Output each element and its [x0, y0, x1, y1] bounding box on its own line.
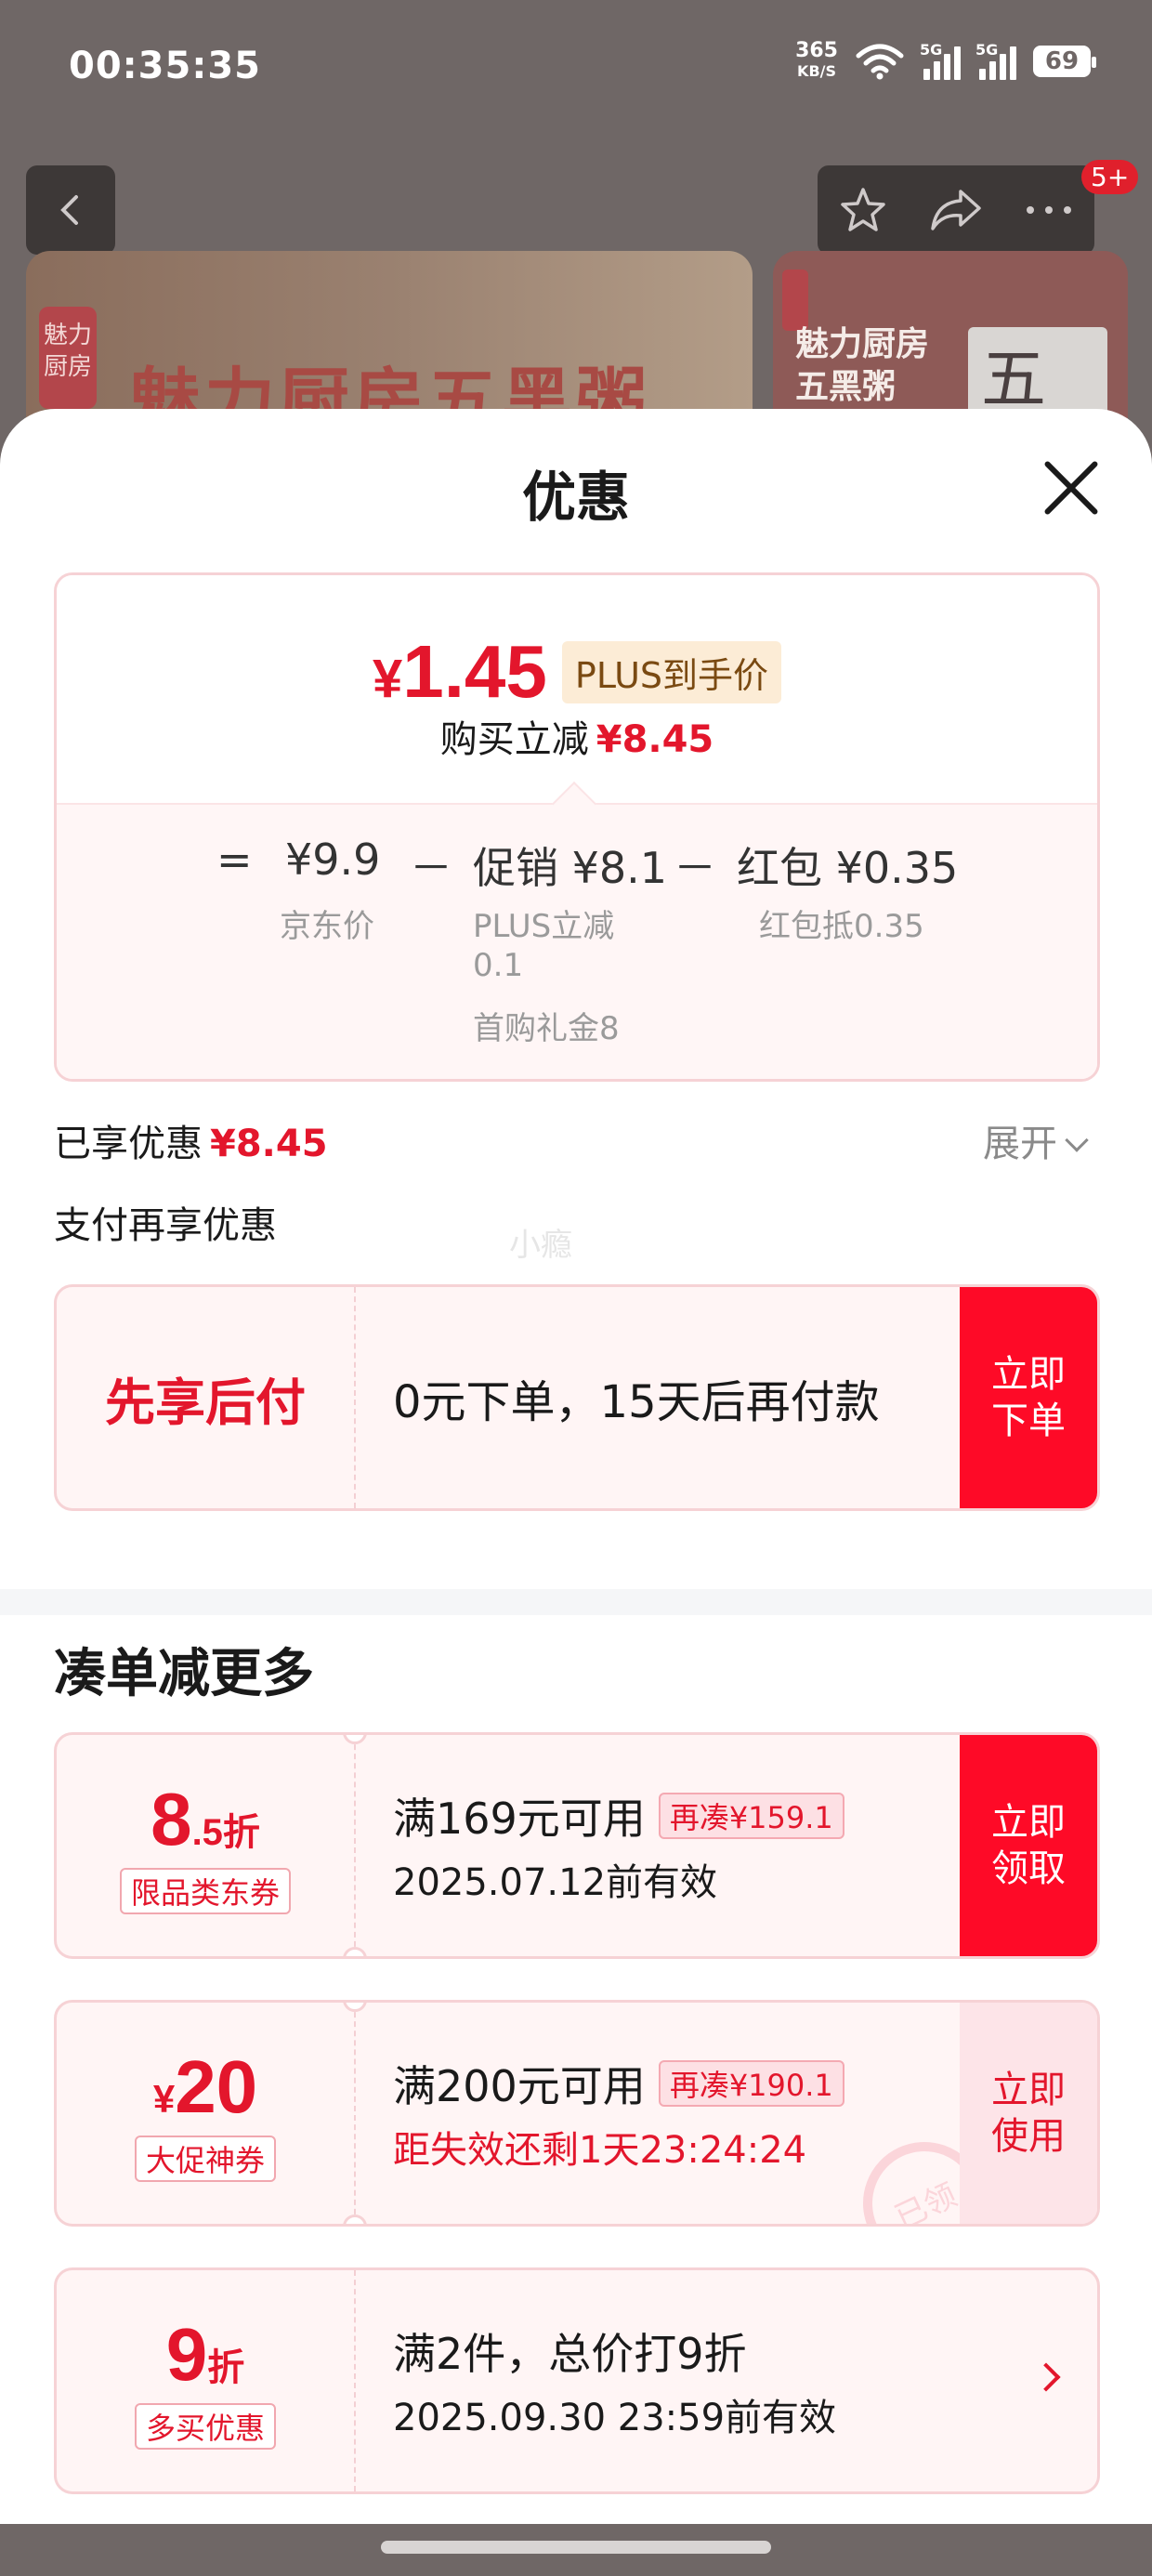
- use-coupon-button[interactable]: 立即 使用: [960, 2003, 1097, 2224]
- minus-sign: －: [674, 843, 716, 893]
- coupon-remaining-chip: 再凑¥159.1: [658, 1793, 844, 1839]
- bnpl-card: 先享后付 0元下单，15天后再付款 立即 下单: [54, 1284, 1100, 1511]
- price-formula: = ¥9.9 京东价 － 促销 ¥8.1 PLUS立减 0.1 首购礼金8 － 红…: [57, 781, 1097, 1079]
- promo-detail-gift: 首购礼金8: [473, 1010, 620, 1047]
- coupon-info: 满2件，总价打9折 2025.09.30 23:59前有效: [393, 2270, 836, 2491]
- status-time: 00:35:35: [69, 45, 261, 87]
- coupon-expiry: 2025.09.30 23:59前有效: [393, 2397, 837, 2439]
- price-breakdown-card: ¥1.45 PLUS到手价 购买立减 ¥8.45 = ¥9.9 京东价 － 促销 …: [54, 572, 1100, 1082]
- more-icon[interactable]: [1023, 201, 1075, 219]
- promo-detail-plus: PLUS立减 0.1: [473, 908, 615, 984]
- chevron-right-icon[interactable]: [1031, 2362, 1061, 2392]
- promo-value: 促销 ¥8.1: [473, 843, 668, 893]
- coupon-type-tag: 多买优惠: [134, 2403, 276, 2450]
- enjoyed-discount: 已享优惠 ¥8.45: [54, 1123, 328, 1165]
- product-image-title: 魅力厨房五黑粥: [130, 360, 650, 418]
- redpacket-detail: 红包抵0.35: [759, 908, 924, 945]
- coupon-value: 9折 多买优惠: [57, 2270, 354, 2491]
- coupon-value: 8.5折 限品类东券: [57, 1735, 354, 1956]
- final-price: ¥1.45: [372, 630, 547, 713]
- bnpl-title: 先享后付: [105, 1373, 306, 1432]
- coupon-type-tag: 大促神券: [134, 2136, 276, 2182]
- discount-sheet: 优惠 ¥1.45 PLUS到手价 购买立减 ¥8.45 = ¥9.9 京东价 － …: [0, 409, 1152, 2576]
- watermark: 小瘾: [509, 1227, 572, 1264]
- claim-coupon-button[interactable]: 立即 领取: [960, 1735, 1097, 1956]
- share-icon[interactable]: [927, 184, 985, 236]
- expand-button[interactable]: 展开: [983, 1113, 1089, 1167]
- bnpl-info: 0元下单，15天后再付款: [393, 1287, 880, 1508]
- chevron-left-icon: [60, 195, 78, 225]
- jd-price-label: 京东价: [280, 908, 374, 945]
- coupon-condition: 满2件，总价打9折: [393, 2329, 747, 2379]
- coupon-info: 满169元可用 再凑¥159.1 2025.07.12前有效: [393, 1735, 844, 1956]
- bnpl-left: 先享后付: [57, 1287, 354, 1508]
- coupon-remaining-chip: 再凑¥190.1: [658, 2060, 844, 2107]
- coupon-countdown: 距失效还剩1天23:24:24: [393, 2129, 807, 2172]
- status-icons: 365 KB/S 5G 5G 69: [795, 39, 1096, 82]
- coupon-expiry: 2025.07.12前有效: [393, 1861, 718, 1904]
- final-price-section: ¥1.45 PLUS到手价 购买立减 ¥8.45: [57, 575, 1097, 803]
- jd-price: ¥9.9: [285, 835, 381, 885]
- battery-icon: 69: [1033, 46, 1096, 77]
- section-divider: [0, 1589, 1152, 1615]
- coupon-info: 满200元可用 再凑¥190.1 距失效还剩1天23:24:24: [393, 2003, 844, 2224]
- close-icon[interactable]: [1041, 457, 1102, 519]
- section-title-more-discount: 凑单减更多: [54, 1644, 314, 1704]
- signal-icon-1: 5G: [920, 41, 961, 80]
- status-bar: 00:35:35 365 KB/S 5G 5G 69: [0, 0, 1152, 139]
- top-actions: [818, 165, 1094, 255]
- back-button[interactable]: [26, 165, 115, 255]
- equals-sign: =: [216, 835, 253, 885]
- coupon-value: ¥20 大促神券: [57, 2003, 354, 2224]
- wifi-icon: [856, 44, 904, 80]
- buy-reduce-line: 购买立减 ¥8.45: [439, 718, 714, 761]
- product-image-secondary[interactable]: 魅力厨房 五黑粥 五: [773, 251, 1128, 418]
- bnpl-description: 0元下单，15天后再付款: [393, 1376, 880, 1428]
- product-image-text: 魅力厨房 五黑粥: [795, 325, 930, 406]
- plus-price-tag: PLUS到手价: [561, 640, 782, 703]
- coupon-card: 8.5折 限品类东券 满169元可用 再凑¥159.1 2025.07.12前有效…: [54, 1732, 1100, 1959]
- coupon-type-tag: 限品类东券: [119, 1868, 291, 1914]
- coupon-condition: 满200元可用: [393, 2061, 646, 2111]
- brand-logo: 魅力厨房: [39, 307, 97, 409]
- coupon-card: ¥20 大促神券 满200元可用 再凑¥190.1 距失效还剩1天23:24:24…: [54, 2000, 1100, 2227]
- chevron-down-icon: [1065, 1128, 1089, 1152]
- net-speed: 365 KB/S: [795, 39, 838, 81]
- coupon-condition: 满169元可用: [393, 1794, 646, 1844]
- star-icon[interactable]: [837, 184, 889, 236]
- product-box-image: 五: [968, 327, 1107, 418]
- sheet-title: 优惠: [521, 466, 630, 529]
- order-now-button[interactable]: 立即 下单: [960, 1287, 1097, 1508]
- brand-logo-small: [782, 269, 808, 331]
- signal-icon-2: 5G: [975, 41, 1016, 80]
- redpacket-value: 红包 ¥0.35: [737, 843, 959, 893]
- notification-badge: 5+: [1081, 160, 1139, 194]
- product-image-main[interactable]: 魅力厨房 魅力厨房五黑粥: [26, 251, 753, 418]
- minus-sign: －: [410, 843, 452, 893]
- pay-more-label: 支付再享优惠: [54, 1204, 277, 1247]
- home-indicator[interactable]: [381, 2541, 771, 2554]
- coupon-card[interactable]: 9折 多买优惠 满2件，总价打9折 2025.09.30 23:59前有效: [54, 2267, 1100, 2494]
